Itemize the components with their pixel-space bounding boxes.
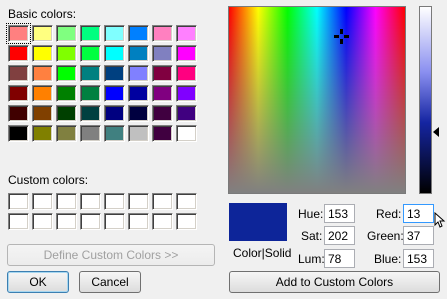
custom-color-swatch[interactable]	[80, 213, 101, 230]
basic-color-swatch[interactable]	[80, 65, 101, 82]
basic-color-swatch[interactable]	[80, 25, 101, 42]
basic-color-swatch[interactable]	[128, 65, 149, 82]
define-custom-colors-button[interactable]: Define Custom Colors >>	[7, 244, 215, 266]
custom-color-swatch[interactable]	[56, 213, 77, 230]
red-field[interactable]	[403, 204, 434, 223]
custom-color-swatch[interactable]	[8, 193, 29, 210]
basic-color-swatch[interactable]	[152, 65, 173, 82]
basic-colors-label: Basic colors:	[8, 7, 77, 21]
basic-color-swatch[interactable]	[8, 65, 29, 82]
custom-color-swatch[interactable]	[104, 193, 125, 210]
basic-color-swatch[interactable]	[8, 45, 29, 62]
blue-field[interactable]	[403, 249, 434, 268]
basic-color-swatch[interactable]	[152, 85, 173, 102]
basic-color-swatch[interactable]	[32, 125, 53, 142]
basic-color-swatch[interactable]	[32, 85, 53, 102]
basic-color-swatch[interactable]	[56, 45, 77, 62]
basic-color-swatch[interactable]	[176, 105, 197, 122]
custom-color-swatch[interactable]	[152, 213, 173, 230]
basic-color-swatch[interactable]	[128, 105, 149, 122]
basic-color-swatch[interactable]	[32, 45, 53, 62]
basic-color-swatch[interactable]	[80, 125, 101, 142]
basic-color-swatch[interactable]	[56, 85, 77, 102]
basic-color-swatch[interactable]	[128, 85, 149, 102]
basic-color-swatch[interactable]	[32, 105, 53, 122]
basic-color-swatch[interactable]	[104, 105, 125, 122]
text-cursor-icon	[434, 212, 446, 228]
red-label: Red:	[376, 207, 402, 221]
custom-colors-label: Custom colors:	[8, 173, 89, 187]
custom-color-swatch[interactable]	[176, 213, 197, 230]
luminosity-arrow-icon[interactable]	[433, 127, 439, 137]
custom-color-swatch[interactable]	[32, 213, 53, 230]
basic-color-swatch[interactable]	[176, 45, 197, 62]
basic-color-swatch[interactable]	[8, 125, 29, 142]
custom-color-swatch[interactable]	[176, 193, 197, 210]
ok-button[interactable]: OK	[7, 271, 69, 293]
lum-field[interactable]	[324, 249, 355, 268]
basic-color-swatch[interactable]	[56, 125, 77, 142]
basic-color-swatch[interactable]	[128, 25, 149, 42]
custom-color-swatch[interactable]	[152, 193, 173, 210]
basic-color-swatch[interactable]	[176, 125, 197, 142]
custom-colors-grid	[8, 193, 197, 230]
hue-field[interactable]	[324, 204, 355, 223]
custom-color-swatch[interactable]	[80, 193, 101, 210]
custom-color-swatch[interactable]	[56, 193, 77, 210]
color-spectrum[interactable]	[228, 6, 406, 194]
basic-color-swatch[interactable]	[104, 65, 125, 82]
basic-color-swatch[interactable]	[6, 23, 31, 44]
custom-color-swatch[interactable]	[32, 193, 53, 210]
hue-label: Hue:	[298, 207, 324, 221]
lum-label: Lum:	[298, 252, 325, 266]
add-to-custom-colors-button[interactable]: Add to Custom Colors	[229, 271, 440, 293]
basic-colors-grid	[6, 23, 197, 142]
color-solid-label: Color|Solid	[233, 246, 292, 260]
basic-color-swatch[interactable]	[32, 25, 53, 42]
basic-color-swatch[interactable]	[176, 25, 197, 42]
custom-color-swatch[interactable]	[128, 213, 149, 230]
basic-color-swatch[interactable]	[152, 105, 173, 122]
basic-color-swatch[interactable]	[80, 105, 101, 122]
basic-color-swatch[interactable]	[176, 65, 197, 82]
basic-color-swatch[interactable]	[32, 65, 53, 82]
basic-color-swatch[interactable]	[8, 85, 29, 102]
custom-color-swatch[interactable]	[128, 193, 149, 210]
cancel-button[interactable]: Cancel	[79, 271, 141, 293]
basic-color-swatch[interactable]	[56, 65, 77, 82]
basic-color-swatch[interactable]	[104, 85, 125, 102]
green-label: Green:	[367, 229, 404, 243]
green-field[interactable]	[403, 226, 434, 245]
sat-label: Sat:	[301, 229, 323, 243]
basic-color-swatch[interactable]	[128, 125, 149, 142]
basic-color-swatch[interactable]	[104, 125, 125, 142]
basic-color-swatch[interactable]	[176, 85, 197, 102]
custom-color-swatch[interactable]	[8, 213, 29, 230]
basic-color-swatch[interactable]	[128, 45, 149, 62]
basic-color-swatch[interactable]	[152, 25, 173, 42]
color-preview	[229, 203, 287, 241]
crosshair-icon	[334, 29, 349, 44]
basic-color-swatch[interactable]	[104, 45, 125, 62]
sat-field[interactable]	[324, 226, 355, 245]
basic-color-swatch[interactable]	[152, 125, 173, 142]
basic-color-swatch[interactable]	[80, 85, 101, 102]
basic-color-swatch[interactable]	[56, 25, 77, 42]
basic-color-swatch[interactable]	[104, 25, 125, 42]
blue-label: Blue:	[374, 252, 402, 266]
basic-color-swatch[interactable]	[152, 45, 173, 62]
basic-color-swatch[interactable]	[8, 105, 29, 122]
basic-color-swatch[interactable]	[80, 45, 101, 62]
luminosity-slider[interactable]	[419, 6, 432, 194]
custom-color-swatch[interactable]	[104, 213, 125, 230]
basic-color-swatch[interactable]	[56, 105, 77, 122]
